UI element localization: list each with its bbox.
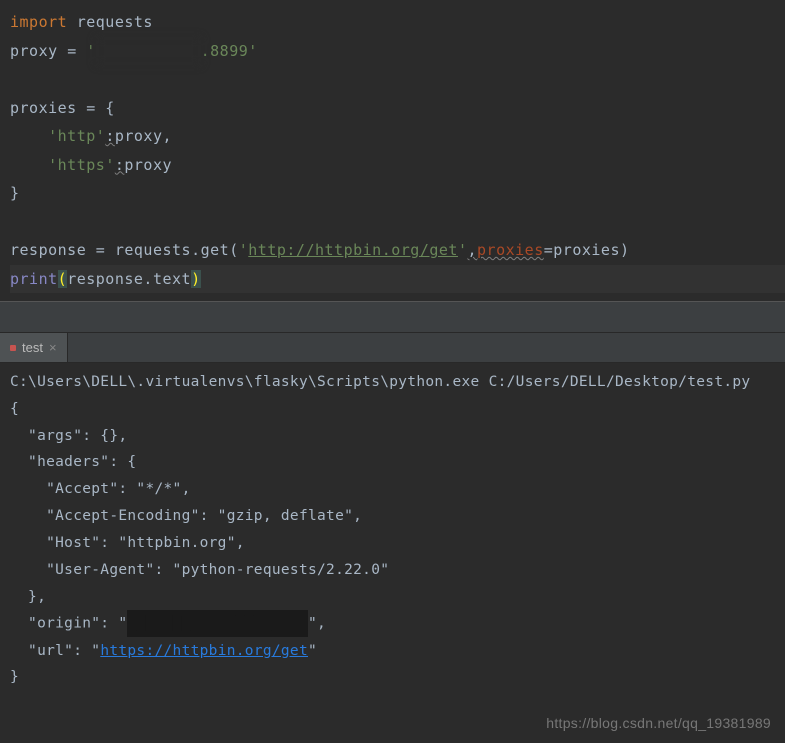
code-line: }: [10, 179, 785, 208]
console-line: "url": "https://httpbin.org/get": [10, 638, 775, 665]
code-editor[interactable]: import requests proxy = '▇▇▇ ▇▇▇▇ ▇▇.889…: [0, 0, 785, 301]
paren-match: (: [58, 270, 68, 288]
console-tab-test[interactable]: test ×: [0, 333, 68, 362]
console-line: "headers": {: [10, 449, 775, 476]
code-line-active: print(response.text): [10, 265, 785, 294]
keyword-import: import: [10, 13, 67, 31]
paren-match: ): [191, 270, 201, 288]
code-line-blank: [10, 208, 785, 237]
console-tab-bar: test ×: [0, 333, 785, 363]
url-link[interactable]: https://httpbin.org/get: [100, 643, 308, 659]
redacted-origin: ▇▇▇ ▇▇▇▇ ▇ ▇▇▇▇▇ . ▇: [127, 610, 308, 637]
pane-divider[interactable]: [0, 301, 785, 333]
console-line: "origin": "▇▇▇ ▇▇▇▇ ▇ ▇▇▇▇▇ . ▇",: [10, 610, 775, 637]
code-line: 'http':proxy,: [10, 122, 785, 151]
console-line: C:\Users\DELL\.virtualenvs\flasky\Script…: [10, 369, 775, 396]
console-line: }: [10, 664, 775, 691]
console-line: "args": {},: [10, 423, 775, 450]
console-line: "Accept": "*/*",: [10, 476, 775, 503]
watermark-text: https://blog.csdn.net/qq_19381989: [546, 715, 771, 731]
code-line: import requests: [10, 8, 785, 37]
tab-label: test: [22, 340, 43, 355]
console-line: "User-Agent": "python-requests/2.22.0": [10, 557, 775, 584]
console-line: },: [10, 584, 775, 611]
code-line: proxy = '▇▇▇ ▇▇▇▇ ▇▇.8899': [10, 37, 785, 66]
console-line: "Accept-Encoding": "gzip, deflate",: [10, 503, 775, 530]
console-output[interactable]: C:\Users\DELL\.virtualenvs\flasky\Script…: [0, 363, 785, 697]
code-line: 'https':proxy: [10, 151, 785, 180]
close-icon[interactable]: ×: [49, 340, 57, 355]
code-line: response = requests.get('http://httpbin.…: [10, 236, 785, 265]
code-line: proxies = {: [10, 94, 785, 123]
run-config-icon: [10, 345, 16, 351]
console-line: {: [10, 396, 775, 423]
redacted-ip: ▇▇▇ ▇▇▇▇ ▇▇: [96, 37, 201, 66]
console-line: "Host": "httpbin.org",: [10, 530, 775, 557]
code-line-blank: [10, 65, 785, 94]
